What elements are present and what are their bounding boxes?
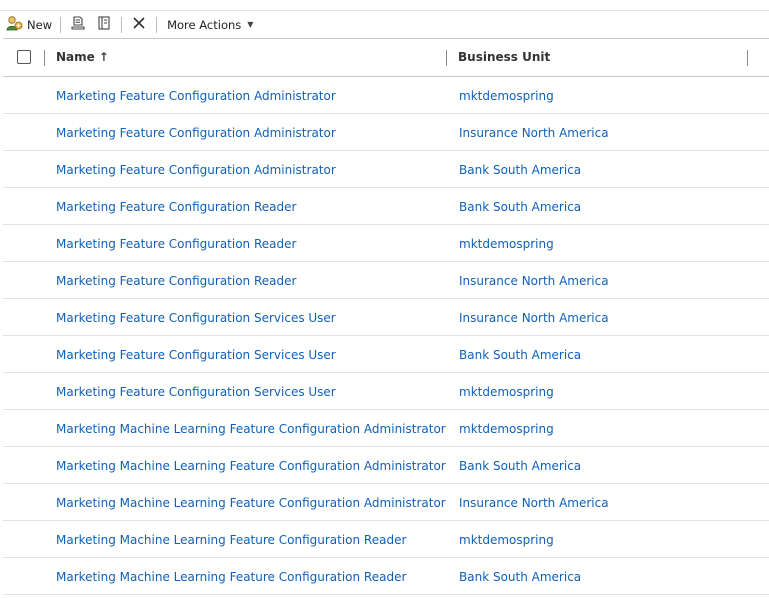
column-header-name[interactable]: Name ↑ bbox=[56, 50, 109, 64]
security-role-name-link[interactable]: Marketing Feature Configuration Administ… bbox=[56, 89, 336, 103]
email-link-button[interactable] bbox=[95, 16, 113, 34]
new-role-icon bbox=[6, 15, 23, 34]
business-unit-link[interactable]: Bank South America bbox=[459, 459, 581, 473]
column-header-business-unit-label: Business Unit bbox=[458, 50, 551, 64]
column-header-business-unit[interactable]: Business Unit bbox=[458, 50, 550, 64]
table-row[interactable]: Marketing Feature Configuration Reader In… bbox=[3, 262, 769, 299]
new-button[interactable]: New bbox=[6, 14, 52, 36]
security-role-name-link[interactable]: Marketing Machine Learning Feature Confi… bbox=[56, 570, 406, 584]
new-button-label: New bbox=[27, 17, 53, 32]
security-role-name-link[interactable]: Marketing Machine Learning Feature Confi… bbox=[56, 533, 406, 547]
security-role-name-link[interactable]: Marketing Feature Configuration Services… bbox=[56, 385, 336, 399]
security-role-name-link[interactable]: Marketing Feature Configuration Reader bbox=[56, 237, 296, 251]
table-row[interactable]: Marketing Machine Learning Feature Confi… bbox=[3, 447, 769, 484]
toolbar-separator bbox=[156, 16, 158, 33]
delete-button[interactable] bbox=[130, 16, 148, 34]
command-bar: New More Actions ▼ bbox=[0, 10, 769, 38]
column-resizer[interactable] bbox=[747, 50, 748, 66]
table-row[interactable]: Marketing Feature Configuration Reader mk… bbox=[3, 225, 769, 262]
security-role-name-link[interactable]: Marketing Feature Configuration Reader bbox=[56, 200, 296, 214]
toolbar-separator bbox=[60, 16, 62, 33]
security-role-name-link[interactable]: Marketing Feature Configuration Services… bbox=[56, 311, 336, 325]
table-row[interactable]: Marketing Feature Configuration Services… bbox=[3, 373, 769, 410]
select-all-checkbox[interactable] bbox=[17, 50, 31, 64]
table-row[interactable]: Marketing Feature Configuration Services… bbox=[3, 299, 769, 336]
document-link-icon bbox=[70, 15, 86, 34]
security-role-name-link[interactable]: Marketing Feature Configuration Reader bbox=[56, 274, 296, 288]
column-resizer[interactable] bbox=[446, 50, 447, 66]
business-unit-link[interactable]: mktdemospring bbox=[459, 89, 554, 103]
table-row[interactable]: Marketing Feature Configuration Administ… bbox=[3, 151, 769, 188]
business-unit-link[interactable]: Bank South America bbox=[459, 348, 581, 362]
book-icon bbox=[96, 15, 112, 34]
business-unit-link[interactable]: Bank South America bbox=[459, 163, 581, 177]
security-role-name-link[interactable]: Marketing Feature Configuration Services… bbox=[56, 348, 336, 362]
business-unit-link[interactable]: mktdemospring bbox=[459, 422, 554, 436]
business-unit-link[interactable]: mktdemospring bbox=[459, 237, 554, 251]
toolbar-separator bbox=[121, 16, 123, 33]
security-role-name-link[interactable]: Marketing Machine Learning Feature Confi… bbox=[56, 422, 446, 436]
business-unit-link[interactable]: Insurance North America bbox=[459, 496, 609, 510]
grid-body: Marketing Feature Configuration Administ… bbox=[3, 77, 769, 595]
security-role-name-link[interactable]: Marketing Machine Learning Feature Confi… bbox=[56, 496, 446, 510]
business-unit-link[interactable]: Insurance North America bbox=[459, 274, 609, 288]
business-unit-link[interactable]: mktdemospring bbox=[459, 385, 554, 399]
business-unit-link[interactable]: Insurance North America bbox=[459, 311, 609, 325]
table-row[interactable]: Marketing Machine Learning Feature Confi… bbox=[3, 521, 769, 558]
business-unit-link[interactable]: Insurance North America bbox=[459, 126, 609, 140]
table-row[interactable]: Marketing Machine Learning Feature Confi… bbox=[3, 410, 769, 447]
more-actions-button[interactable]: More Actions ▼ bbox=[167, 14, 253, 36]
table-row[interactable]: Marketing Feature Configuration Reader Ba… bbox=[3, 188, 769, 225]
more-actions-label: More Actions bbox=[167, 17, 242, 32]
caret-down-icon: ▼ bbox=[247, 20, 254, 29]
table-row[interactable]: Marketing Feature Configuration Services… bbox=[3, 336, 769, 373]
business-unit-link[interactable]: Bank South America bbox=[459, 200, 581, 214]
close-x-icon bbox=[131, 15, 147, 34]
grid-header: Name ↑ Business Unit bbox=[3, 38, 769, 77]
business-unit-link[interactable]: Bank South America bbox=[459, 570, 581, 584]
table-row[interactable]: Marketing Machine Learning Feature Confi… bbox=[3, 558, 769, 595]
security-role-name-link[interactable]: Marketing Machine Learning Feature Confi… bbox=[56, 459, 446, 473]
window-top bbox=[0, 0, 769, 10]
table-row[interactable]: Marketing Feature Configuration Administ… bbox=[3, 77, 769, 114]
security-role-name-link[interactable]: Marketing Feature Configuration Administ… bbox=[56, 126, 336, 140]
security-role-name-link[interactable]: Marketing Feature Configuration Administ… bbox=[56, 163, 336, 177]
table-row[interactable]: Marketing Feature Configuration Administ… bbox=[3, 114, 769, 151]
column-resizer[interactable] bbox=[44, 50, 45, 66]
copy-link-button[interactable] bbox=[69, 16, 87, 34]
table-row[interactable]: Marketing Machine Learning Feature Confi… bbox=[3, 484, 769, 521]
business-unit-link[interactable]: mktdemospring bbox=[459, 533, 554, 547]
sort-ascending-icon: ↑ bbox=[98, 50, 109, 64]
column-header-name-label: Name bbox=[56, 50, 95, 64]
